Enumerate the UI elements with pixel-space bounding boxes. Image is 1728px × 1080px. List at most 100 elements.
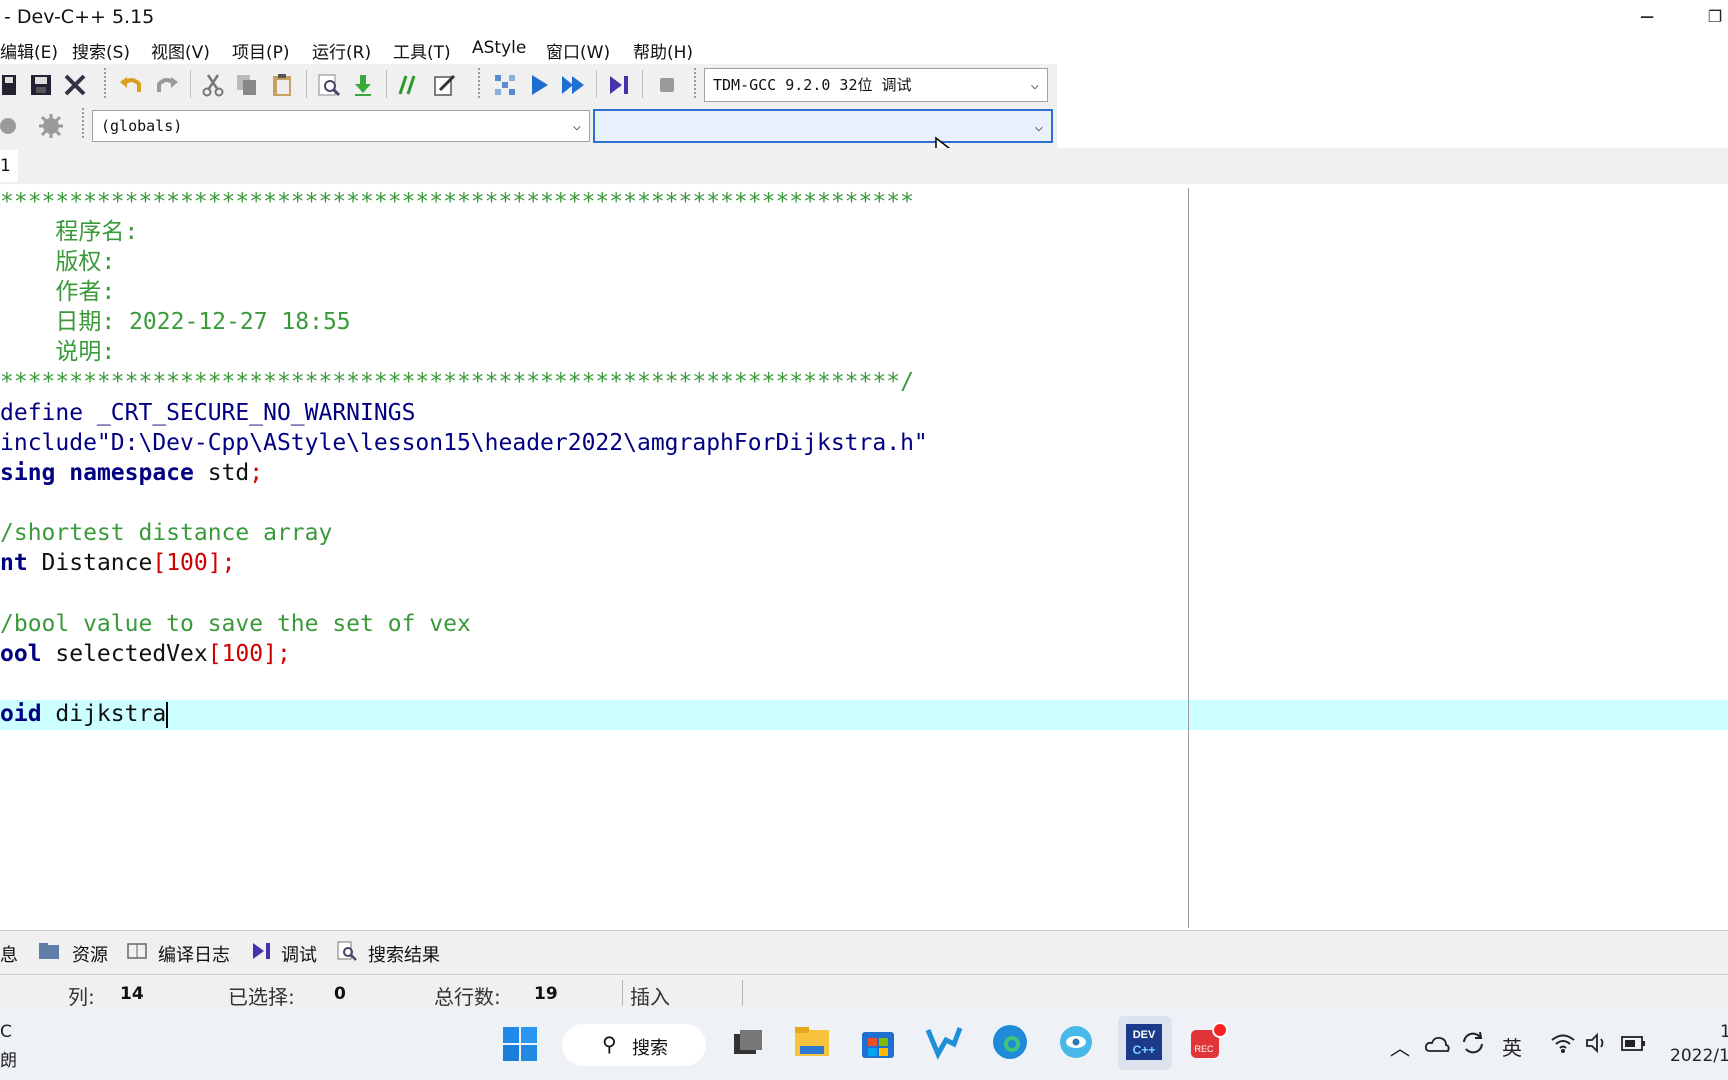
menu-tools[interactable]: 工具(T) <box>393 38 451 63</box>
tab-compile-log[interactable]: 编译日志 <box>158 941 230 967</box>
find-icon[interactable] <box>316 72 342 98</box>
total-lines-label: 总行数: <box>434 985 501 1009</box>
clock-date[interactable]: 2022/1 <box>1670 1046 1728 1066</box>
svg-text:REC: REC <box>1194 1044 1214 1054</box>
code-line-8: define _CRT_SECURE_NO_WARNINGS <box>0 400 416 426</box>
compile-run-icon[interactable] <box>560 72 586 98</box>
tab-search-results[interactable]: 搜索结果 <box>368 941 440 967</box>
code-editor[interactable] <box>0 184 1728 928</box>
toolbar-separator <box>596 70 597 98</box>
code-line-2: 程序名: <box>0 219 139 245</box>
eye-app-icon[interactable] <box>1056 1022 1096 1062</box>
screen-recorder-icon[interactable]: REC <box>1188 1022 1228 1062</box>
edge-browser-icon[interactable] <box>990 1022 1030 1062</box>
redo-icon[interactable] <box>154 72 180 98</box>
ime-indicator[interactable]: 英 <box>1502 1032 1522 1061</box>
devcpp-icon[interactable]: DEV C++ <box>1124 1022 1164 1062</box>
volume-icon[interactable] <box>1584 1032 1610 1054</box>
right-margin-line <box>1188 188 1189 928</box>
bracket-token: [ <box>207 641 222 667</box>
minimize-button[interactable]: ─ <box>1622 2 1672 32</box>
toolbar-grip[interactable] <box>82 108 87 138</box>
toolbar-separator <box>306 70 307 98</box>
keyword-token: namespace <box>69 460 194 486</box>
identifier-token: dijkstra <box>41 701 167 727</box>
scope-select-value: (globals) <box>101 117 183 135</box>
chevron-down-icon: ⌵ <box>1034 119 1043 135</box>
menu-project[interactable]: 项目(P) <box>232 38 290 63</box>
identifier-token: Distance <box>27 550 153 576</box>
menu-help[interactable]: 帮助(H) <box>633 38 693 63</box>
active-line-highlight <box>0 700 1728 730</box>
toolbar-grip[interactable] <box>694 68 699 98</box>
chevron-down-icon: ⌵ <box>572 118 581 134</box>
resources-icon <box>39 943 59 959</box>
close-icon[interactable] <box>62 72 88 98</box>
weather-desc[interactable]: 朗 <box>0 1046 17 1071</box>
file-tab[interactable]: 1 <box>0 150 18 182</box>
keyword-token: ool <box>0 641 42 667</box>
class-icon[interactable] <box>0 113 26 139</box>
code-line-5: 日期: 2022-12-27 18:55 <box>0 309 351 335</box>
battery-icon[interactable] <box>1620 1032 1648 1054</box>
comment-icon[interactable] <box>396 72 422 98</box>
windows-start-icon[interactable] <box>502 1026 538 1062</box>
tab-resources[interactable]: 资源 <box>72 941 108 967</box>
compiler-select-value: TDM-GCC 9.2.0 32位 调试 <box>713 76 912 94</box>
menu-view[interactable]: 视图(V) <box>151 38 210 63</box>
selected-label: 已选择: <box>228 985 295 1009</box>
status-separator <box>622 980 623 1006</box>
file-tab-strip <box>0 148 1728 184</box>
edit-icon[interactable] <box>432 72 458 98</box>
tab-messages[interactable]: 息 <box>0 941 18 967</box>
wifi-icon[interactable] <box>1550 1032 1576 1054</box>
compile-icon[interactable] <box>492 72 518 98</box>
copy-icon[interactable] <box>234 72 260 98</box>
function-select[interactable]: ⌵ <box>593 109 1053 143</box>
microsoft-store-icon[interactable] <box>858 1022 898 1062</box>
compiler-select[interactable]: TDM-GCC 9.2.0 32位 调试 ⌵ <box>704 68 1048 102</box>
cut-icon[interactable] <box>200 72 226 98</box>
semicolon-token: ; <box>249 460 264 486</box>
undo-icon[interactable] <box>118 72 144 98</box>
selected-value: 0 <box>334 984 346 1004</box>
taskbar-search[interactable]: ⚲ 搜索 <box>562 1024 706 1066</box>
run-icon[interactable] <box>526 72 552 98</box>
insert-mode: 插入 <box>630 985 670 1009</box>
goto-icon[interactable] <box>350 72 376 98</box>
restore-button[interactable]: ❐ <box>1690 2 1728 32</box>
scope-select[interactable]: (globals) ⌵ <box>92 110 590 142</box>
chevron-up-icon[interactable]: ︿ <box>1390 1032 1410 1061</box>
column-label: 列: <box>68 985 95 1009</box>
clock-time[interactable]: 1 <box>1720 1022 1728 1042</box>
gear-icon[interactable] <box>38 113 64 139</box>
menu-search[interactable]: 搜索(S) <box>72 38 130 63</box>
app-v-icon[interactable] <box>924 1022 964 1062</box>
toolbar-separator <box>386 70 387 98</box>
code-line-6: 说明: <box>0 339 116 365</box>
save-icon[interactable] <box>0 72 26 98</box>
paste-icon[interactable] <box>270 72 296 98</box>
toolbar-grip[interactable] <box>478 68 483 98</box>
menu-astyle[interactable]: AStyle <box>472 38 526 58</box>
toolbar-grip[interactable] <box>104 68 109 98</box>
toolbar-separator <box>190 70 191 98</box>
search-results-icon <box>337 941 357 961</box>
menu-run[interactable]: 运行(R) <box>312 38 371 63</box>
weather-temp[interactable]: C <box>0 1022 12 1042</box>
stop-icon[interactable] <box>654 72 680 98</box>
code-line-1: ****************************************… <box>0 189 914 215</box>
save-all-icon[interactable] <box>28 72 54 98</box>
tab-debug[interactable]: 调试 <box>281 941 317 967</box>
code-line-13: nt Distance[100]; <box>0 548 235 578</box>
title-bar <box>0 0 1728 34</box>
code-line-3: 版权: <box>0 249 116 275</box>
file-explorer-icon[interactable] <box>792 1022 832 1062</box>
taskbar-search-label: 搜索 <box>632 1038 668 1059</box>
task-view-icon[interactable] <box>728 1022 768 1062</box>
menu-edit[interactable]: 编辑(E) <box>0 38 58 63</box>
debug-icon[interactable] <box>606 72 632 98</box>
sync-icon[interactable] <box>1460 1030 1486 1056</box>
menu-window[interactable]: 窗口(W) <box>546 38 610 63</box>
cloud-icon[interactable] <box>1424 1034 1450 1054</box>
